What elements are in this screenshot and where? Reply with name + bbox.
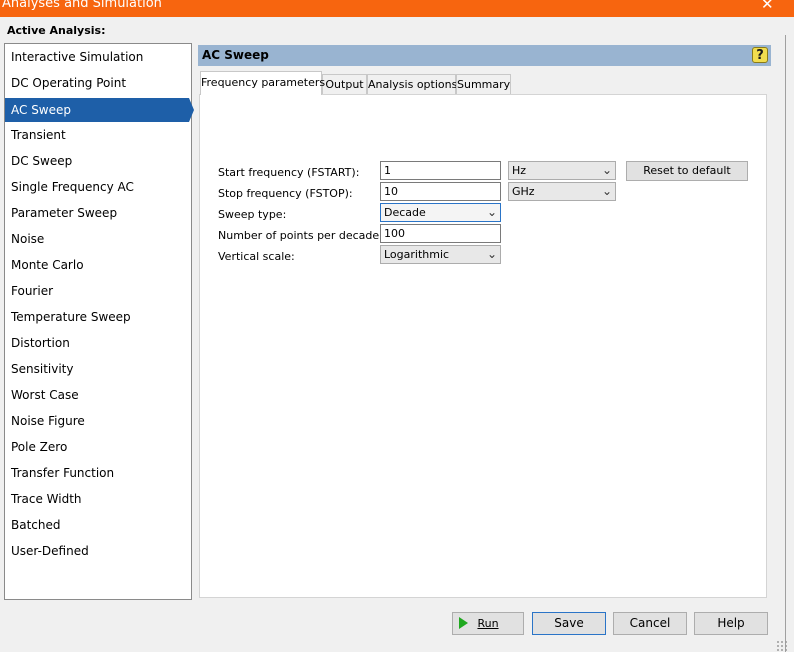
- play-icon: [459, 617, 468, 629]
- run-button[interactable]: Run: [452, 612, 524, 635]
- tab-summary[interactable]: Summary: [456, 74, 511, 95]
- vertical-scale-select[interactable]: Logarithmic ⌄: [380, 245, 501, 264]
- help-icon[interactable]: ?: [752, 47, 768, 63]
- vertical-scale-value: Logarithmic: [384, 248, 450, 261]
- chevron-down-icon: ⌄: [601, 184, 612, 198]
- panel-header: AC Sweep ?: [198, 45, 771, 66]
- chevron-down-icon: ⌄: [486, 247, 497, 261]
- analysis-list[interactable]: Interactive Simulation DC Operating Poin…: [4, 43, 194, 600]
- save-button[interactable]: Save: [532, 612, 606, 635]
- window-edge: [785, 35, 786, 652]
- stop-frequency-input[interactable]: 10: [380, 182, 501, 201]
- cancel-button[interactable]: Cancel: [613, 612, 687, 635]
- frequency-parameters-page: Start frequency (FSTART): 1 Hz ⌄ Reset t…: [199, 94, 767, 598]
- analysis-item-monte-carlo[interactable]: Monte Carlo: [5, 253, 191, 277]
- analysis-settings-panel: AC Sweep ? Frequency parameters Output A…: [197, 43, 773, 600]
- analysis-item-noise-figure[interactable]: Noise Figure: [5, 409, 191, 433]
- analysis-item-sensitivity[interactable]: Sensitivity: [5, 357, 191, 381]
- stop-frequency-unit-value: GHz: [512, 185, 535, 198]
- chevron-down-icon: ⌄: [486, 205, 497, 219]
- start-frequency-label: Start frequency (FSTART):: [218, 166, 360, 179]
- points-per-decade-label: Number of points per decade:: [218, 229, 383, 242]
- analysis-item-distortion[interactable]: Distortion: [5, 331, 191, 355]
- analysis-item-fourier[interactable]: Fourier: [5, 279, 191, 303]
- analysis-item-ac-sweep[interactable]: AC Sweep: [5, 98, 194, 122]
- analysis-item-pole-zero[interactable]: Pole Zero: [5, 435, 191, 459]
- stop-frequency-unit-select[interactable]: GHz ⌄: [508, 182, 616, 201]
- active-analysis-label: Active Analysis:: [7, 24, 106, 37]
- selection-pointer-icon: [189, 98, 194, 122]
- analysis-item-batched[interactable]: Batched: [5, 513, 191, 537]
- tab-frequency-parameters[interactable]: Frequency parameters: [200, 71, 325, 95]
- points-per-decade-input[interactable]: 100: [380, 224, 501, 243]
- panel-title: AC Sweep: [202, 48, 269, 62]
- tab-output[interactable]: Output: [322, 74, 367, 95]
- analysis-item-trace-width[interactable]: Trace Width: [5, 487, 191, 511]
- start-frequency-unit-select[interactable]: Hz ⌄: [508, 161, 616, 180]
- start-frequency-unit-value: Hz: [512, 164, 527, 177]
- analysis-item-label: AC Sweep: [11, 103, 72, 117]
- close-icon[interactable]: ✕: [761, 0, 774, 12]
- help-button[interactable]: Help: [694, 612, 768, 635]
- chevron-down-icon: ⌄: [601, 163, 612, 177]
- analysis-item-dc-operating-point[interactable]: DC Operating Point: [5, 71, 191, 95]
- analysis-item-worst-case[interactable]: Worst Case: [5, 383, 191, 407]
- window-title: Analyses and Simulation: [2, 0, 162, 11]
- run-button-label: Run: [477, 617, 499, 630]
- analysis-item-parameter-sweep[interactable]: Parameter Sweep: [5, 201, 191, 225]
- vertical-scale-label: Vertical scale:: [218, 250, 295, 263]
- analysis-item-transfer-function[interactable]: Transfer Function: [5, 461, 191, 485]
- reset-to-default-button[interactable]: Reset to default: [626, 161, 748, 181]
- title-bar: Analyses and Simulation ✕: [0, 0, 794, 17]
- sweep-type-select[interactable]: Decade ⌄: [380, 203, 501, 222]
- analysis-item-interactive-simulation[interactable]: Interactive Simulation: [5, 45, 191, 69]
- resize-grip-icon[interactable]: [776, 640, 788, 652]
- sweep-type-value: Decade: [384, 206, 426, 219]
- sweep-type-label: Sweep type:: [218, 208, 287, 221]
- analysis-item-noise[interactable]: Noise: [5, 227, 191, 251]
- analysis-item-single-frequency-ac[interactable]: Single Frequency AC: [5, 175, 191, 199]
- analysis-item-transient[interactable]: Transient: [5, 123, 191, 147]
- tab-analysis-options[interactable]: Analysis options: [367, 74, 457, 95]
- start-frequency-input[interactable]: 1: [380, 161, 501, 180]
- stop-frequency-label: Stop frequency (FSTOP):: [218, 187, 353, 200]
- analysis-item-dc-sweep[interactable]: DC Sweep: [5, 149, 191, 173]
- analysis-item-user-defined[interactable]: User-Defined: [5, 539, 191, 563]
- analysis-item-temperature-sweep[interactable]: Temperature Sweep: [5, 305, 191, 329]
